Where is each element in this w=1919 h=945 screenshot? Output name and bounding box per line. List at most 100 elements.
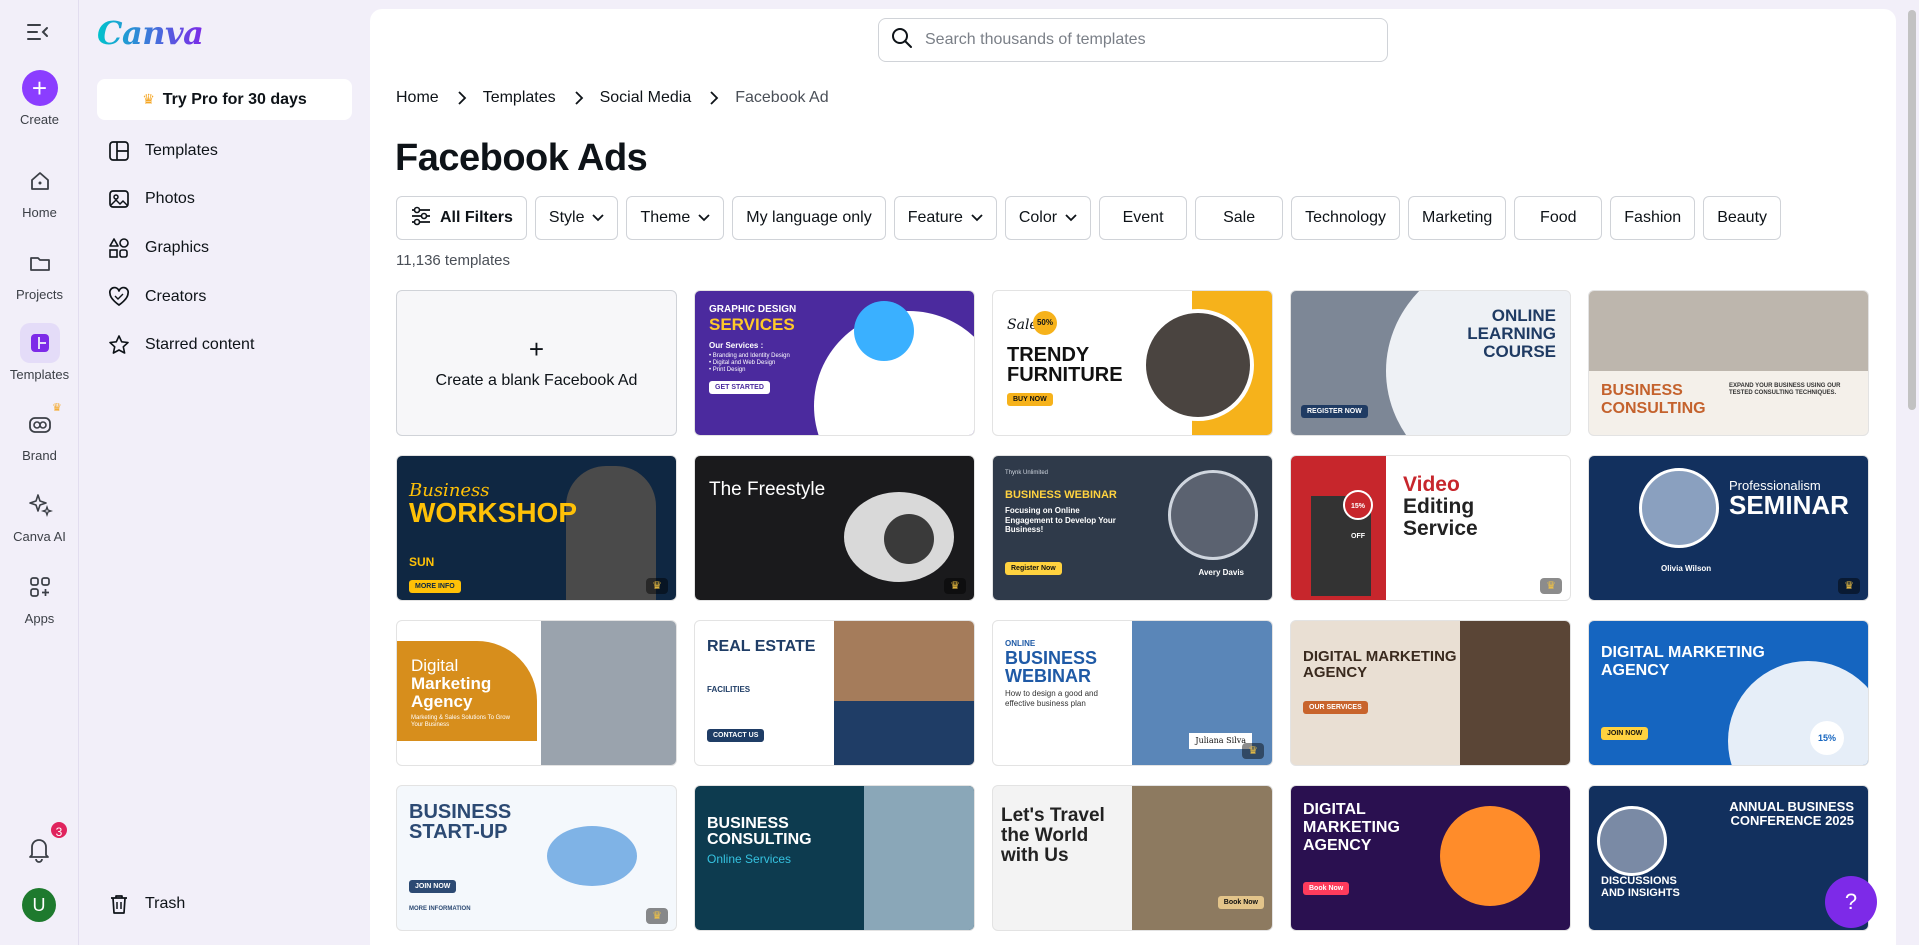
sidebar-item-label: Graphics	[145, 239, 210, 256]
pro-crown-icon: ♛	[1242, 743, 1264, 759]
template-card[interactable]: DIGITAL MARKETING AGENCY OUR SERVICES	[1290, 620, 1571, 766]
sidebar-item-graphics[interactable]: Graphics	[107, 233, 209, 263]
filter-label: All Filters	[440, 209, 513, 226]
template-title: CONSULTING	[1601, 400, 1706, 417]
shapes-icon	[107, 236, 131, 260]
projects-label: Projects	[16, 287, 63, 302]
template-photo	[1597, 806, 1667, 876]
template-card[interactable]: Let's Travel the World with Us Book Now	[992, 785, 1273, 931]
template-card[interactable]: The Freestyle ♛	[694, 455, 975, 601]
template-card[interactable]: BUSINESS CONSULTING Online Services	[694, 785, 975, 931]
filter-sale[interactable]: Sale	[1195, 196, 1284, 240]
rail-brand[interactable]: Brand	[0, 404, 79, 463]
filter-fashion[interactable]: Fashion	[1610, 196, 1696, 240]
filter-color[interactable]: Color	[1004, 196, 1092, 240]
bell-icon[interactable]	[22, 832, 56, 866]
filter-theme[interactable]: Theme	[626, 196, 725, 240]
template-card[interactable]: Professionalism SEMINAR Olivia Wilson ♛	[1588, 455, 1869, 601]
filter-label: Technology	[1305, 209, 1387, 226]
scrollbar[interactable]	[1908, 10, 1916, 410]
avatar[interactable]: U	[22, 888, 56, 922]
filter-food[interactable]: Food	[1514, 196, 1603, 240]
try-pro-label: Try Pro for 30 days	[162, 90, 307, 108]
template-title: CONFERENCE 2025	[1730, 813, 1854, 828]
filter-label: Food	[1540, 209, 1577, 226]
discount-badge: 50%	[1033, 311, 1057, 335]
template-card[interactable]: ONLINE BUSINESS WEBINAR How to design a …	[992, 620, 1273, 766]
filter-feature[interactable]: Feature	[893, 196, 997, 240]
help-button[interactable]: ?	[1825, 876, 1877, 928]
template-title: ANNUAL BUSINESS	[1729, 799, 1854, 814]
breadcrumb-home[interactable]: Home	[396, 89, 439, 107]
decorative-shape	[834, 701, 974, 765]
filter-style[interactable]: Style	[534, 196, 619, 240]
rail-templates[interactable]: Templates	[0, 323, 79, 382]
template-card[interactable]: ONLINE LEARNING COURSE REGISTER NOW	[1290, 290, 1571, 436]
create-blank-card[interactable]: + Create a blank Facebook Ad	[396, 290, 677, 436]
template-title: COURSE	[1483, 342, 1556, 361]
breadcrumb: Home Templates Social Media Facebook Ad	[396, 89, 829, 107]
template-card[interactable]: Digital Marketing Agency Marketing & Sal…	[396, 620, 677, 766]
templates-icon	[107, 139, 131, 163]
folder-icon	[20, 243, 60, 283]
sidebar: Canva ♛ Try Pro for 30 days Templates Ph…	[80, 0, 370, 945]
template-subtitle: How to design a good and effective busin…	[1005, 689, 1098, 708]
template-grid: + Create a blank Facebook Ad GRAPHIC DES…	[396, 290, 1869, 931]
rail-projects[interactable]: Projects	[0, 243, 79, 302]
collapse-sidebar-icon[interactable]	[25, 20, 53, 44]
trash-label: Trash	[145, 895, 186, 912]
template-title: Let's Travel	[1001, 805, 1105, 826]
template-card[interactable]: 15% OFF Video Editing Service ♛	[1290, 455, 1571, 601]
create-button[interactable]: + Create	[0, 70, 79, 127]
pro-crown-icon: ♛	[646, 908, 668, 924]
chevron-down-icon	[971, 209, 983, 227]
all-filters-button[interactable]: All Filters	[396, 196, 527, 240]
template-title: BUSINESS	[1601, 382, 1683, 399]
template-card[interactable]: DIGITAL MARKETING AGENCY Book Now	[1290, 785, 1571, 931]
template-title: Video	[1403, 473, 1460, 496]
template-title: Digital	[411, 656, 459, 675]
sidebar-item-trash[interactable]: Trash	[107, 889, 185, 919]
template-title: MARKETING	[1303, 819, 1400, 836]
rail-home[interactable]: Home	[0, 161, 79, 220]
sidebar-item-creators[interactable]: Creators	[107, 282, 206, 312]
template-cta: GET STARTED	[709, 381, 770, 394]
template-card[interactable]: DIGITAL MARKETING AGENCY JOIN NOW 15%	[1588, 620, 1869, 766]
template-card[interactable]: Thynk Unlimited BUSINESS WEBINAR Focusin…	[992, 455, 1273, 601]
notification-badge: 3	[49, 820, 69, 840]
template-card[interactable]: Sale 50% TRENDY FURNITURE BUY NOW	[992, 290, 1273, 436]
rail-apps[interactable]: Apps	[0, 567, 79, 626]
template-cta: JOIN NOW	[1601, 727, 1649, 740]
search-icon	[891, 27, 913, 54]
template-cta: JOIN NOW	[409, 880, 457, 893]
canva-logo[interactable]: Canva	[97, 14, 204, 52]
sidebar-item-photos[interactable]: Photos	[107, 184, 195, 214]
left-rail: + Create Home Projects Templates Brand ♛…	[0, 0, 79, 945]
main-panel: Home Templates Social Media Facebook Ad …	[370, 9, 1896, 945]
template-card[interactable]: BUSINESS CONSULTING EXPAND YOUR BUSINESS…	[1588, 290, 1869, 436]
breadcrumb-templates[interactable]: Templates	[483, 89, 556, 107]
breadcrumb-social-media[interactable]: Social Media	[600, 89, 692, 107]
template-card[interactable]: BUSINESS START-UP JOIN NOW MORE INFORMAT…	[396, 785, 677, 931]
search-bar[interactable]	[878, 18, 1388, 62]
templates-icon	[19, 323, 60, 363]
sidebar-item-templates[interactable]: Templates	[107, 136, 218, 166]
filter-my-language[interactable]: My language only	[732, 196, 886, 240]
try-pro-button[interactable]: ♛ Try Pro for 30 days	[97, 79, 352, 120]
sidebar-item-starred[interactable]: Starred content	[107, 330, 254, 360]
template-card[interactable]: GRAPHIC DESIGN SERVICES Our Services : •…	[694, 290, 975, 436]
template-title: DIGITAL MARKETING	[1601, 644, 1765, 661]
rail-canva-ai[interactable]: Canva AI	[0, 485, 79, 544]
search-input[interactable]	[925, 31, 1365, 49]
template-title: TRENDY	[1007, 344, 1090, 366]
template-cta: BUY NOW	[1007, 393, 1053, 406]
filter-beauty[interactable]: Beauty	[1703, 196, 1782, 240]
filter-event[interactable]: Event	[1099, 196, 1188, 240]
template-title: FURNITURE	[1007, 364, 1123, 386]
filter-marketing[interactable]: Marketing	[1408, 196, 1507, 240]
chevron-right-icon	[574, 91, 584, 105]
template-title: CONSULTING	[707, 831, 812, 848]
template-card[interactable]: REAL ESTATE FACILITIES CONTACT US	[694, 620, 975, 766]
filter-technology[interactable]: Technology	[1291, 196, 1401, 240]
template-card[interactable]: Business WORKSHOP SUN MORE INFO ♛	[396, 455, 677, 601]
